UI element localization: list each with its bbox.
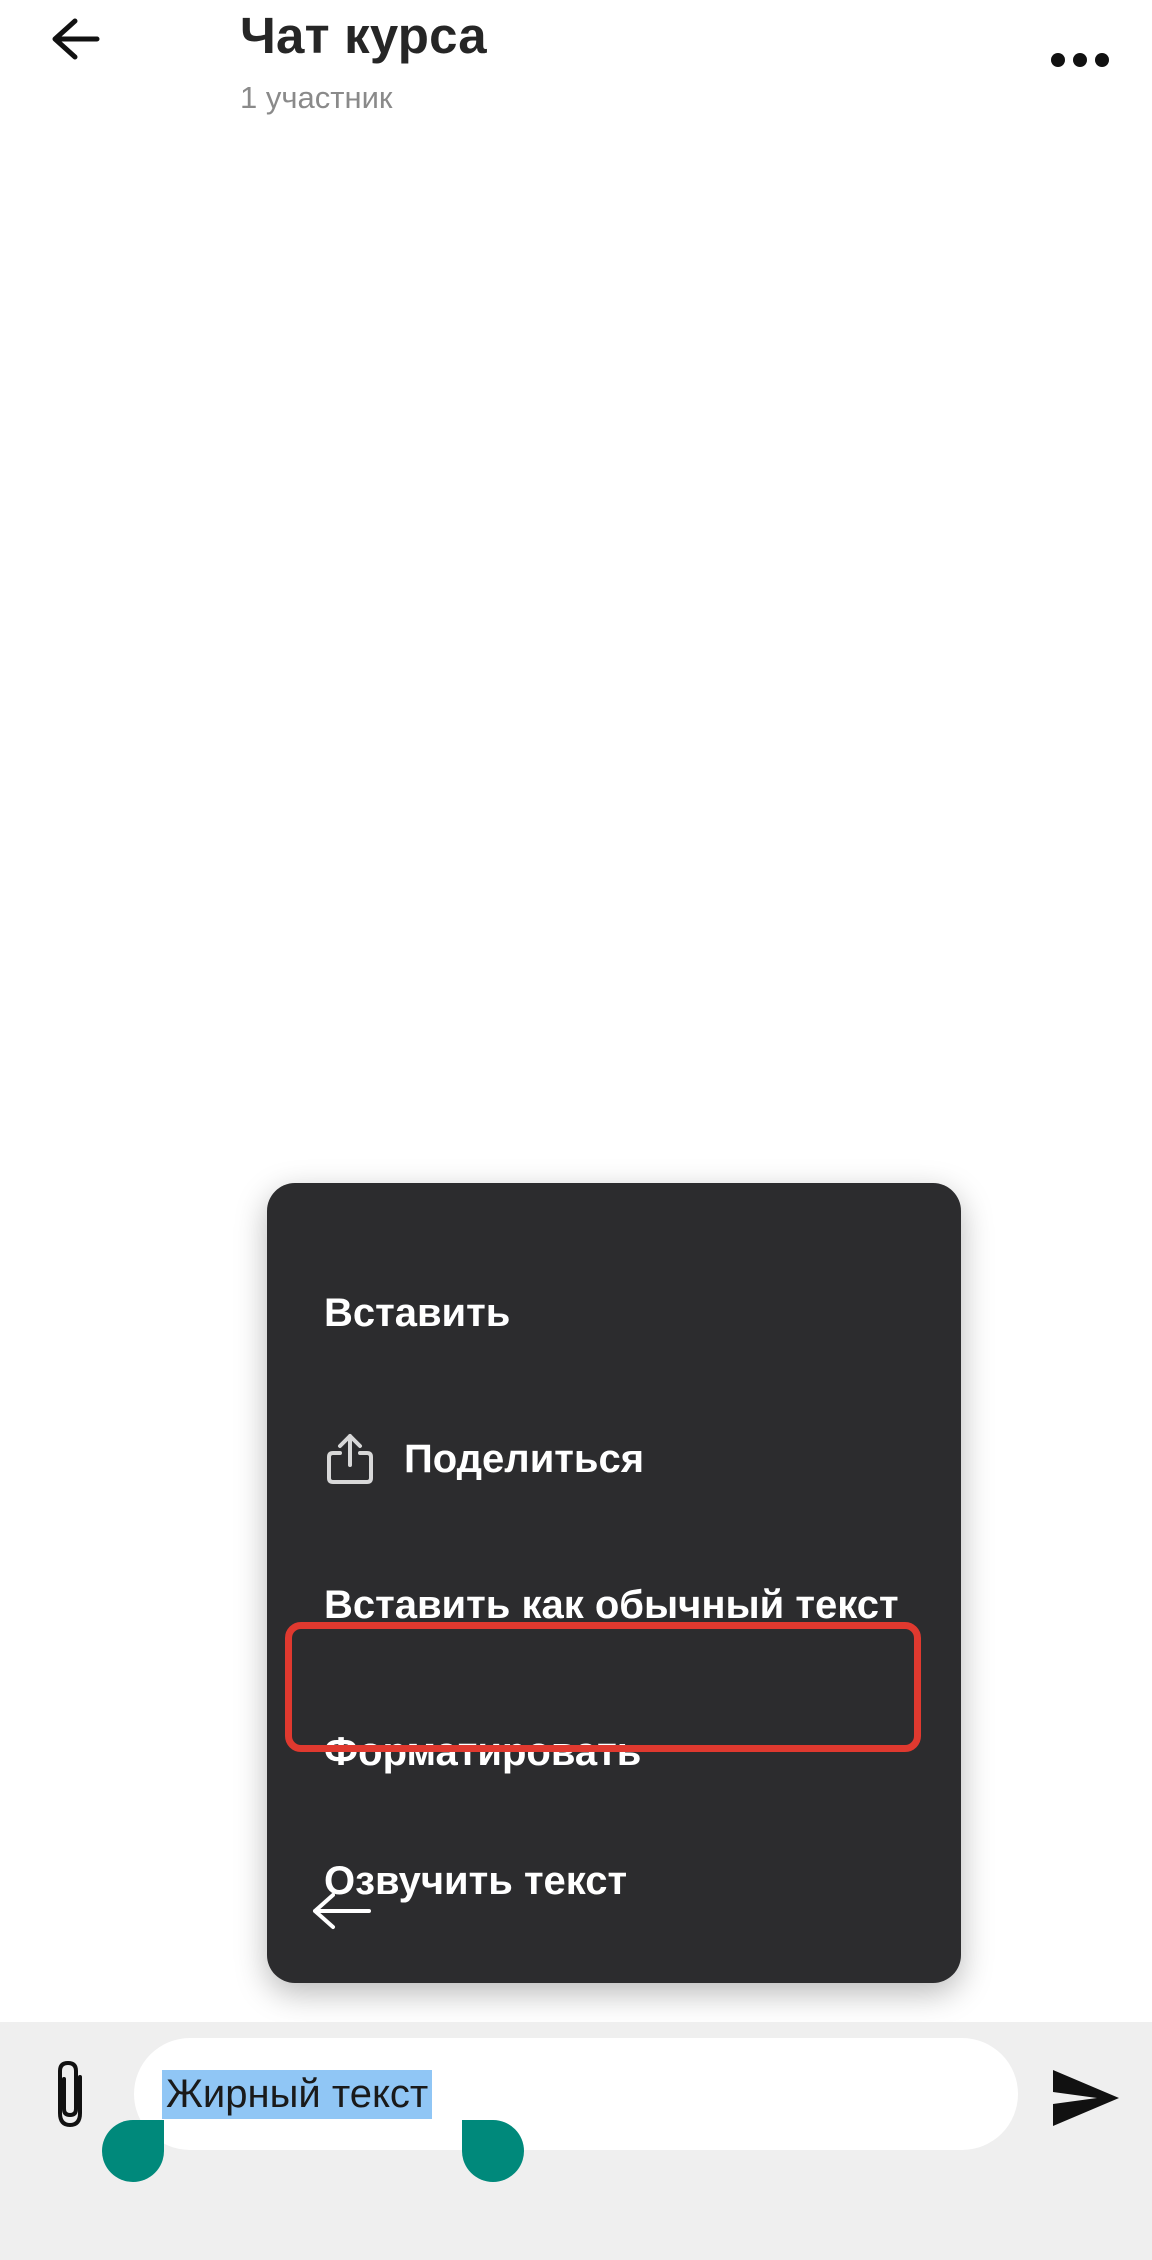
send-icon <box>1053 2070 1119 2126</box>
message-input[interactable]: Жирный текст <box>134 2038 1018 2150</box>
menu-back-button[interactable] <box>311 1886 383 1936</box>
more-horizontal-icon <box>1051 53 1109 67</box>
menu-item-label: Форматировать <box>324 1729 642 1774</box>
selection-handle-start[interactable] <box>102 2120 164 2182</box>
chat-screen: Чат курса 1 участник Вставить Поделиться… <box>0 0 1152 2260</box>
menu-item-format[interactable]: Форматировать <box>267 1692 961 1812</box>
message-input-text: Жирный текст <box>162 2070 433 2119</box>
menu-item-label: Поделиться <box>404 1436 645 1481</box>
arrow-left-icon <box>313 1893 371 1929</box>
menu-item-label: Вставить как обычный текст <box>324 1582 899 1627</box>
paperclip-icon <box>58 2060 82 2128</box>
selection-handle-end[interactable] <box>462 2120 524 2182</box>
more-options-button[interactable] <box>1040 30 1120 90</box>
send-button[interactable] <box>1046 2058 1126 2138</box>
page-title: Чат курса <box>240 7 487 64</box>
attach-button[interactable] <box>40 2055 100 2135</box>
menu-item-paste[interactable]: Вставить <box>267 1253 961 1373</box>
participants-count: 1 участник <box>240 80 393 115</box>
arrow-left-icon <box>52 18 100 60</box>
menu-item-label: Вставить <box>324 1290 511 1335</box>
text-selection-menu: Вставить Поделиться Вставить как обычный… <box>267 1183 961 1983</box>
back-button[interactable] <box>40 4 110 74</box>
share-icon <box>324 1431 376 1487</box>
menu-item-share[interactable]: Поделиться <box>267 1399 961 1519</box>
menu-item-paste-plain[interactable]: Вставить как обычный текст <box>267 1545 961 1665</box>
